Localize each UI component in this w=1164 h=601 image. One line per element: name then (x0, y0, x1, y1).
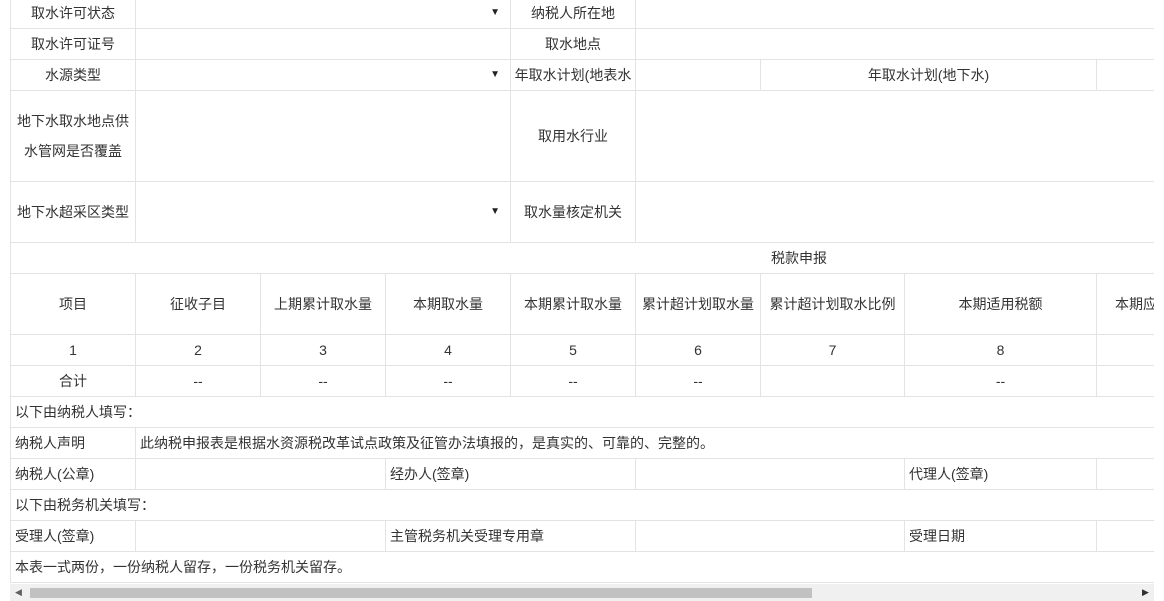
row-column-headers: 项目 征收子目 上期累计取水量 本期取水量 本期累计取水量 累计超计划取水量 累… (10, 273, 1154, 335)
column-header: 项目 (10, 273, 136, 335)
row-overdraft-zone: 地下水超采区类型 ▼ 取水量核定机关 (10, 181, 1154, 243)
column-header: 累计超计划取水比例 (760, 273, 906, 335)
column-number: 5 (510, 334, 637, 366)
annual-plan-surface-input[interactable] (635, 59, 762, 91)
total-value: -- (260, 365, 386, 397)
water-source-type-label: 水源类型 (10, 59, 136, 91)
receiver-value[interactable] (135, 520, 386, 552)
tax-office-section-title: 以下由税务机关填写： (10, 489, 1154, 521)
taxpayer-section-title: 以下由纳税人填写： (10, 396, 1154, 428)
receipt-date-value[interactable] (1096, 520, 1154, 552)
receiver-label: 受理人(签章) (10, 520, 136, 552)
annual-plan-ground-label: 年取水计划(地下水) (760, 59, 1098, 91)
footer-note: 本表一式两份，一份纳税人留存，一份税务机关留存。 (10, 551, 1154, 583)
column-number: 7 (760, 334, 906, 366)
water-tax-return-table: 取水许可状态 ▼ 纳税人所在地 取水许可证号 取水地点 水源类型 ▼ 年取水计划… (10, 0, 1154, 583)
agent-label: 代理人(签章) (904, 458, 1098, 490)
statement-label: 纳税人声明 (10, 427, 136, 459)
taxpayer-seal-value[interactable] (135, 458, 386, 490)
row-total: 合计 -- -- -- -- -- -- (10, 365, 1154, 397)
total-value: -- (635, 365, 762, 397)
total-value: -- (510, 365, 637, 397)
scrollbar-thumb[interactable] (30, 588, 812, 598)
row-water-source: 水源类型 ▼ 年取水计划(地表水 年取水计划(地下水) (10, 59, 1154, 91)
total-label: 合计 (10, 365, 136, 397)
section-title-declaration: 税款申报 (10, 242, 1154, 274)
intake-location-label: 取水地点 (510, 28, 637, 60)
caret-down-icon: ▼ (490, 6, 501, 18)
column-header: 上期累计取水量 (260, 273, 386, 335)
statement-text: 此纳税申报表是根据水资源税改革试点政策及征管办法填报的，是真实的、可靠的、完整的… (134, 427, 1154, 459)
water-industry-value[interactable] (635, 90, 1154, 182)
tax-form-frame: 取水许可状态 ▼ 纳税人所在地 取水许可证号 取水地点 水源类型 ▼ 年取水计划… (10, 0, 1154, 584)
column-header: 本期适用税额 (904, 273, 1098, 335)
column-number: 6 (635, 334, 762, 366)
receipt-date-label: 受理日期 (904, 520, 1098, 552)
row-taxpayer-seal: 纳税人(公章) 经办人(签章) 代理人(签章) (10, 458, 1154, 490)
column-header: 征收子目 (135, 273, 261, 335)
column-number: 1 (10, 334, 136, 366)
permit-no-label: 取水许可证号 (10, 28, 136, 60)
total-value: -- (904, 365, 1098, 397)
column-number (1096, 334, 1154, 366)
row-statement: 纳税人声明 此纳税申报表是根据水资源税改革试点政策及征管办法填报的，是真实的、可… (10, 427, 1154, 459)
total-value-empty (1096, 365, 1154, 397)
column-header: 本期应 (1096, 273, 1154, 335)
intake-location-input[interactable] (635, 28, 1154, 60)
column-header: 本期取水量 (384, 273, 512, 335)
verifying-authority-label: 取水量核定机关 (510, 181, 637, 243)
column-number: 2 (135, 334, 261, 366)
annual-plan-surface-label: 年取水计划(地表水 (510, 59, 637, 91)
taxpayer-location-label: 纳税人所在地 (510, 0, 637, 29)
arrow-left-icon[interactable]: ◀ (10, 584, 27, 601)
caret-down-icon: ▼ (490, 69, 501, 80)
row-permit-status: 取水许可状态 ▼ 纳税人所在地 (10, 0, 1154, 29)
row-groundwater-pipe: 地下水取水地点供水管网是否覆盖 取用水行业 (10, 90, 1154, 182)
column-number: 8 (904, 334, 1098, 366)
water-source-type-select[interactable]: ▼ (134, 59, 512, 91)
overdraft-zone-select[interactable]: ▼ (134, 181, 512, 243)
permit-status-label: 取水许可状态 (10, 0, 136, 29)
total-value: -- (384, 365, 512, 397)
handler-value[interactable] (635, 458, 906, 490)
annual-plan-ground-input[interactable] (1096, 59, 1154, 91)
row-footer-note: 本表一式两份，一份纳税人留存，一份税务机关留存。 (10, 551, 1154, 583)
handler-label: 经办人(签章) (384, 458, 637, 490)
arrow-right-icon[interactable]: ▶ (1137, 584, 1154, 601)
permit-no-input[interactable] (134, 28, 512, 60)
column-header: 累计超计划取水量 (635, 273, 762, 335)
verifying-authority-value[interactable] (635, 181, 1154, 243)
column-number: 3 (260, 334, 386, 366)
horizontal-scrollbar[interactable]: ◀ ▶ (10, 584, 1154, 601)
row-section-declaration: 税款申报 (10, 242, 1154, 274)
total-value-empty (760, 365, 906, 397)
taxpayer-location-value[interactable] (635, 0, 1154, 29)
taxpayer-seal-label: 纳税人(公章) (10, 458, 136, 490)
office-seal-label: 主管税务机关受理专用章 (384, 520, 637, 552)
column-number: 4 (384, 334, 512, 366)
permit-status-select[interactable]: ▼ (134, 0, 512, 29)
groundwater-pipe-value[interactable] (134, 90, 512, 182)
office-seal-value[interactable] (635, 520, 906, 552)
overdraft-zone-label: 地下水超采区类型 (10, 181, 136, 243)
row-tax-office-title: 以下由税务机关填写： (10, 489, 1154, 521)
column-header: 本期累计取水量 (510, 273, 637, 335)
row-taxpayer-title: 以下由纳税人填写： (10, 396, 1154, 428)
total-value: -- (135, 365, 261, 397)
groundwater-pipe-label: 地下水取水地点供水管网是否覆盖 (10, 90, 136, 182)
row-column-numbers: 1 2 3 4 5 6 7 8 (10, 334, 1154, 366)
caret-down-icon: ▼ (490, 206, 501, 217)
row-permit-no: 取水许可证号 取水地点 (10, 28, 1154, 60)
water-industry-label: 取用水行业 (510, 90, 637, 182)
agent-value[interactable] (1096, 458, 1154, 490)
row-receiver: 受理人(签章) 主管税务机关受理专用章 受理日期 (10, 520, 1154, 552)
